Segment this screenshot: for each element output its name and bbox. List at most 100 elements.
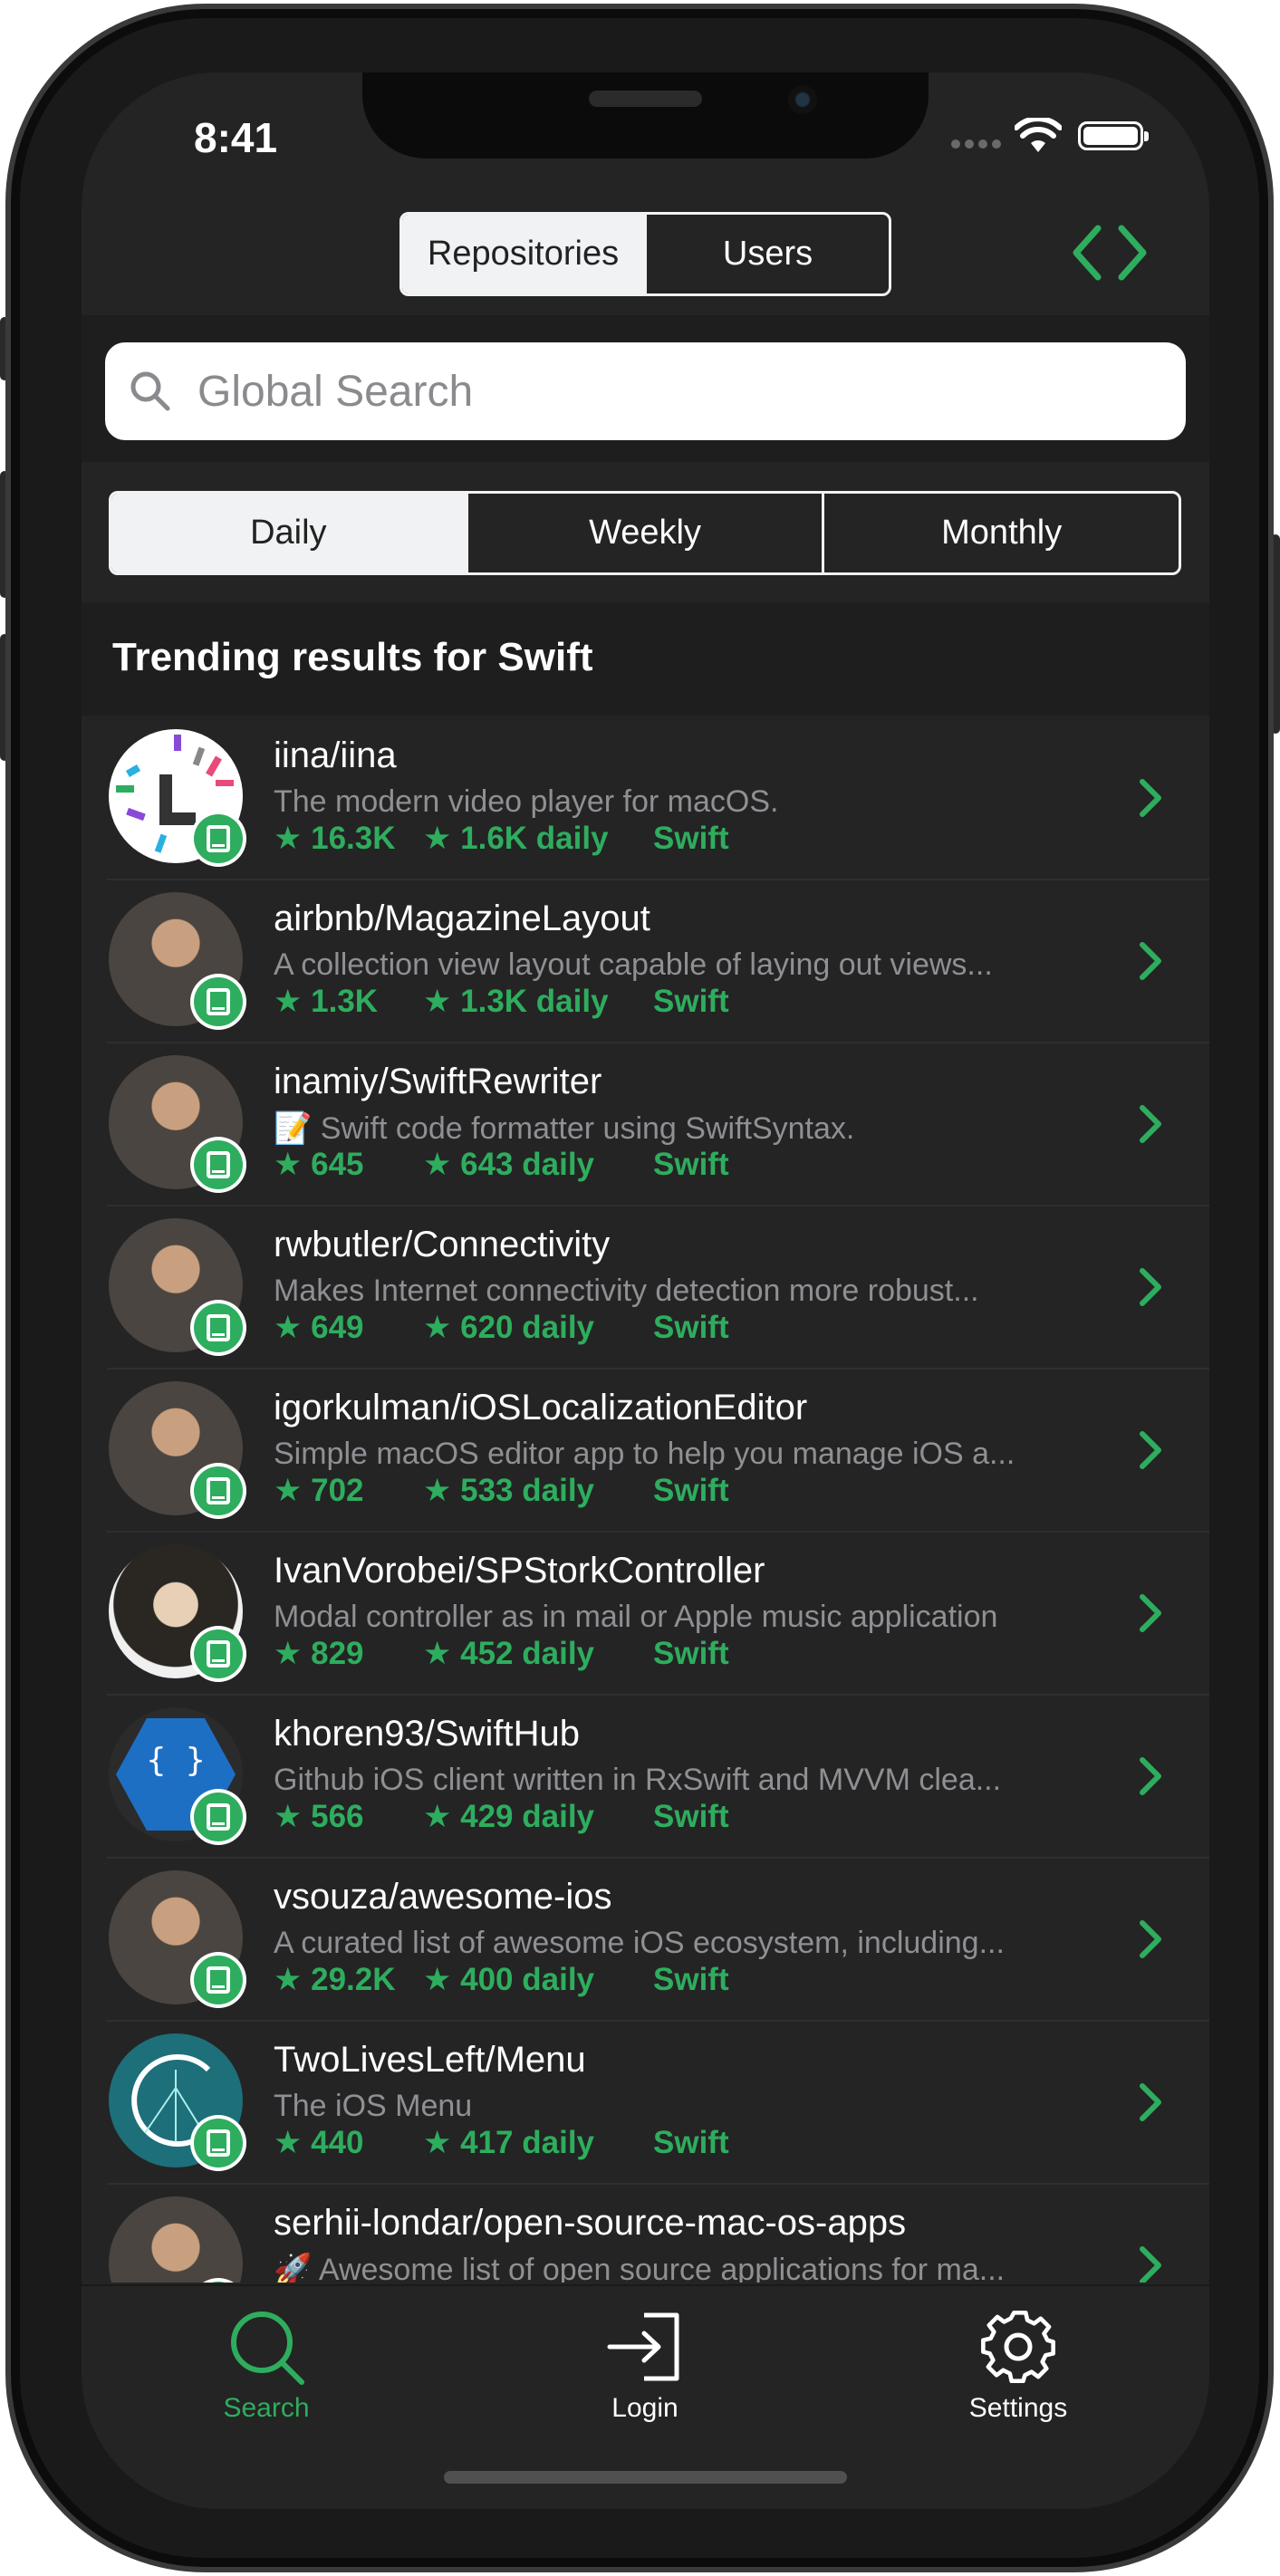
segment-repositories[interactable]: Repositories [402,215,644,293]
repository-row[interactable]: serhii-londar/open-source-mac-os-apps 🚀 … [82,2183,1209,2283]
repository-avatar [109,2196,243,2283]
daily-star-count: ★ 452 daily [423,1636,595,1671]
repository-language: Swift [653,984,729,1019]
star-count: ★ 16.3K [274,821,396,856]
repository-name: khoren93/SwiftHub [274,1714,580,1754]
search-bar-container [82,315,1209,462]
tab-settings[interactable]: Settings [937,2306,1100,2424]
repository-language: Swift [653,821,729,856]
daily-star-count: ★ 400 daily [423,1962,595,1997]
star-icon: ★ [274,984,303,1019]
chevron-right-icon [1140,1105,1161,1143]
segment-weekly[interactable]: Weekly [465,494,823,572]
section-title: Trending results for Swift [112,635,593,679]
star-icon: ★ [274,2125,303,2160]
repository-name: airbnb/MagazineLayout [274,899,650,938]
star-count: ★ 440 [274,2125,364,2160]
segment-users[interactable]: Users [644,215,889,293]
repository-row[interactable]: rwbutler/Connectivity Makes Internet con… [82,1205,1209,1368]
segment-monthly[interactable]: Monthly [822,494,1179,572]
daily-star-count: ★ 417 daily [423,2125,595,2160]
repository-description: 📝 Swift code formatter using SwiftSyntax… [274,1111,855,1146]
status-time: 8:41 [194,114,278,161]
daily-star-count: ★ 1.3K daily [423,984,609,1019]
repository-description: A curated list of awesome iOS ecosystem,… [274,1926,1005,1960]
star-icon: ★ [274,1799,303,1834]
star-count: ★ 829 [274,1636,364,1671]
mobile-badge-icon [190,974,246,1030]
star-icon: ★ [274,1473,303,1508]
magnifier-icon [130,371,170,411]
chevron-right-icon [1140,942,1161,980]
star-count: ★ 649 [274,1310,364,1345]
star-icon: ★ [423,1799,452,1834]
repository-description: The modern video player for macOS. [274,784,779,819]
search-mode-segmented-control[interactable]: Repositories Users [399,212,891,296]
cellular-signal-icon [951,139,1001,150]
repository-row[interactable]: { } khoren93/SwiftHub Github iOS client … [82,1694,1209,1857]
repository-row[interactable]: inamiy/SwiftRewriter 📝 Swift code format… [82,1042,1209,1205]
repository-language: Swift [653,1473,729,1508]
front-camera [788,85,817,114]
section-header: Trending results for Swift [82,602,1209,716]
chevron-right-icon [1140,1594,1161,1632]
tab-search[interactable]: Search [185,2306,348,2424]
repository-language: Swift [653,2125,729,2160]
repository-row[interactable]: IvanVorobei/SPStorkController Modal cont… [82,1531,1209,1694]
mobile-badge-icon [190,1626,246,1682]
notch [362,72,929,159]
svg-text:{ }: { } [146,1742,205,1779]
daily-star-count: ★ 620 daily [423,1310,595,1345]
repository-name: serhii-londar/open-source-mac-os-apps [274,2203,907,2243]
repository-row[interactable]: TwoLivesLeft/Menu The iOS Menu ★ 440 ★ 4… [82,2020,1209,2183]
mobile-badge-icon [190,1300,246,1356]
repository-language: Swift [653,1799,729,1834]
repository-language: Swift [653,1310,729,1345]
chevron-right-icon [1140,1757,1161,1795]
daily-star-count: ★ 533 daily [423,1473,595,1508]
repository-description: Modal controller as in mail or Apple mus… [274,1600,998,1634]
mobile-badge-icon [190,2115,246,2171]
repository-row[interactable]: iina/iina The modern video player for ma… [82,716,1209,879]
speaker-grille [589,91,702,107]
chevron-right-icon [1140,779,1161,817]
search-icon [231,2312,304,2385]
search-input[interactable] [196,365,1186,418]
tab-login-label: Login [611,2393,678,2423]
chevron-right-icon [1140,1920,1161,1958]
daily-star-count: ★ 643 daily [423,1147,595,1182]
star-icon: ★ [423,1310,452,1345]
star-icon: ★ [274,1310,303,1345]
battery-icon [1078,121,1149,150]
period-segmented-control[interactable]: Daily Weekly Monthly [109,491,1181,575]
repository-description: The iOS Menu [274,2089,473,2123]
star-icon: ★ [274,1636,303,1671]
repository-row[interactable]: igorkulman/iOSLocalizationEditor Simple … [82,1368,1209,1531]
chevron-right-icon [1140,2083,1161,2121]
star-icon: ★ [423,2125,452,2160]
repository-description: A collection view layout capable of layi… [274,947,993,982]
chevron-right-icon [1140,1268,1161,1306]
mobile-badge-icon [190,1463,246,1519]
repository-list[interactable]: iina/iina The modern video player for ma… [82,716,1209,2283]
segment-daily[interactable]: Daily [111,494,466,572]
repository-row[interactable]: airbnb/MagazineLayout A collection view … [82,879,1209,1042]
daily-star-count: ★ 429 daily [423,1799,595,1834]
star-icon: ★ [423,984,452,1019]
global-search-field[interactable] [105,342,1186,440]
repository-name: rwbutler/Connectivity [274,1225,611,1264]
repository-language: Swift [653,1636,729,1671]
repository-name: vsouza/awesome-ios [274,1877,612,1917]
chevron-right-icon [1140,1431,1161,1469]
code-icon[interactable] [1069,221,1150,284]
repository-name: inamiy/SwiftRewriter [274,1062,602,1101]
star-count: ★ 1.3K [274,984,379,1019]
tab-login[interactable]: Login [563,2306,727,2424]
status-bar: 8:41 [82,72,1209,208]
home-indicator[interactable] [444,2471,847,2484]
repository-name: TwoLivesLeft/Menu [274,2040,586,2080]
repository-name: IvanVorobei/SPStorkController [274,1551,765,1591]
repository-row[interactable]: vsouza/awesome-ios A curated list of awe… [82,1857,1209,2020]
mobile-badge-icon [190,1952,246,2008]
repository-language: Swift [653,1147,729,1182]
